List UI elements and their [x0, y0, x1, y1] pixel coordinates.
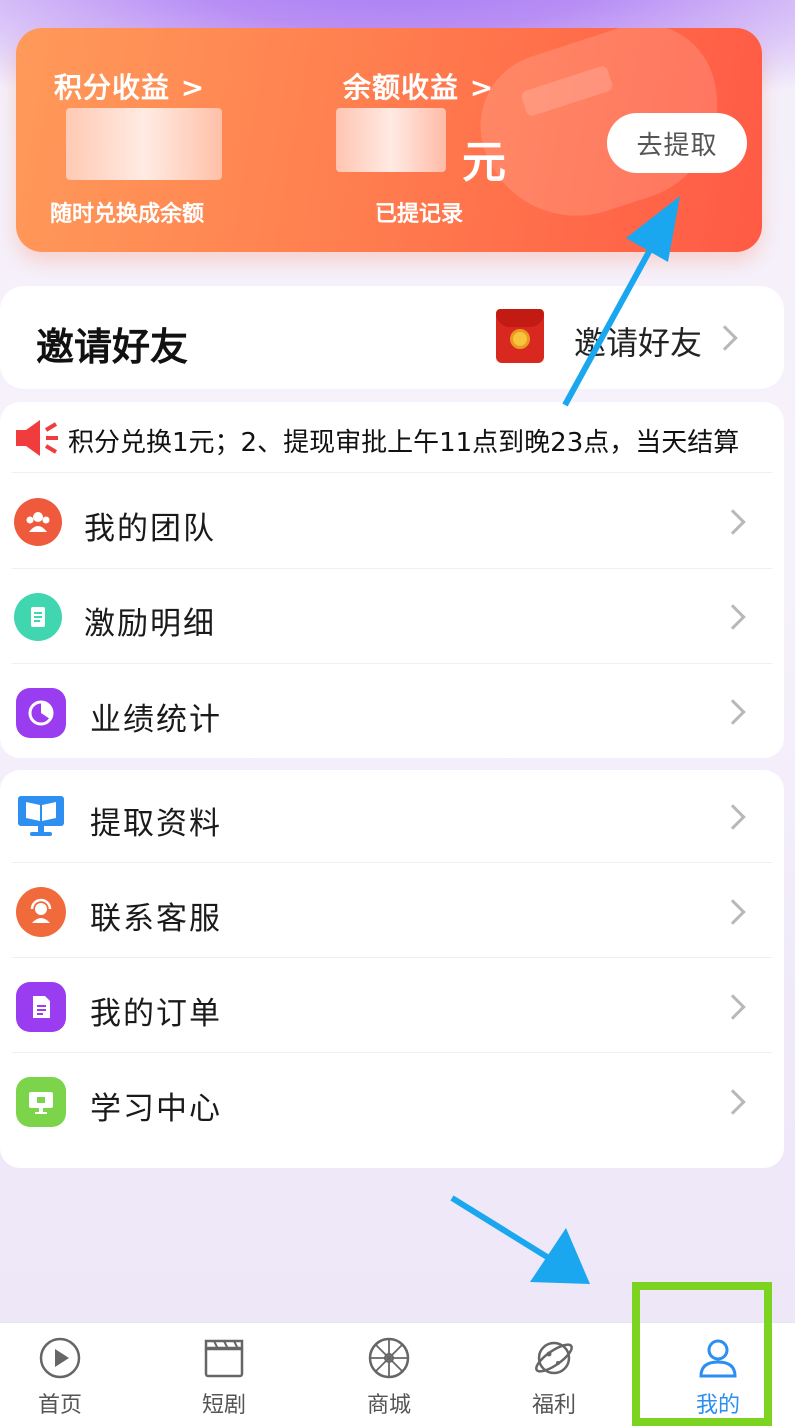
- arrow-to-mine-tab-shaft: [450, 1195, 554, 1263]
- tab-label: 首页: [37, 1393, 82, 1418]
- arrow-to-withdraw-shaft: [562, 226, 665, 407]
- annotation-highlight-box: [632, 1282, 772, 1426]
- clapperboard-icon: [204, 1339, 244, 1378]
- tab-home[interactable]: 首页: [0, 1322, 120, 1428]
- planet-icon: [535, 1341, 573, 1375]
- tab-welfare[interactable]: 福利: [494, 1322, 614, 1428]
- tab-label: 短剧: [201, 1393, 246, 1418]
- tab-mall[interactable]: 商城: [329, 1322, 449, 1428]
- arrow-to-mine-tab-head: [530, 1228, 590, 1284]
- play-circle-icon: [39, 1337, 81, 1379]
- tab-label: 福利: [531, 1393, 576, 1418]
- arrow-to-withdraw-head: [626, 196, 680, 262]
- annotation-arrows: [450, 196, 680, 1284]
- wheel-icon: [368, 1337, 410, 1379]
- tab-short-drama[interactable]: 短剧: [164, 1322, 284, 1428]
- tab-label: 商城: [366, 1393, 411, 1418]
